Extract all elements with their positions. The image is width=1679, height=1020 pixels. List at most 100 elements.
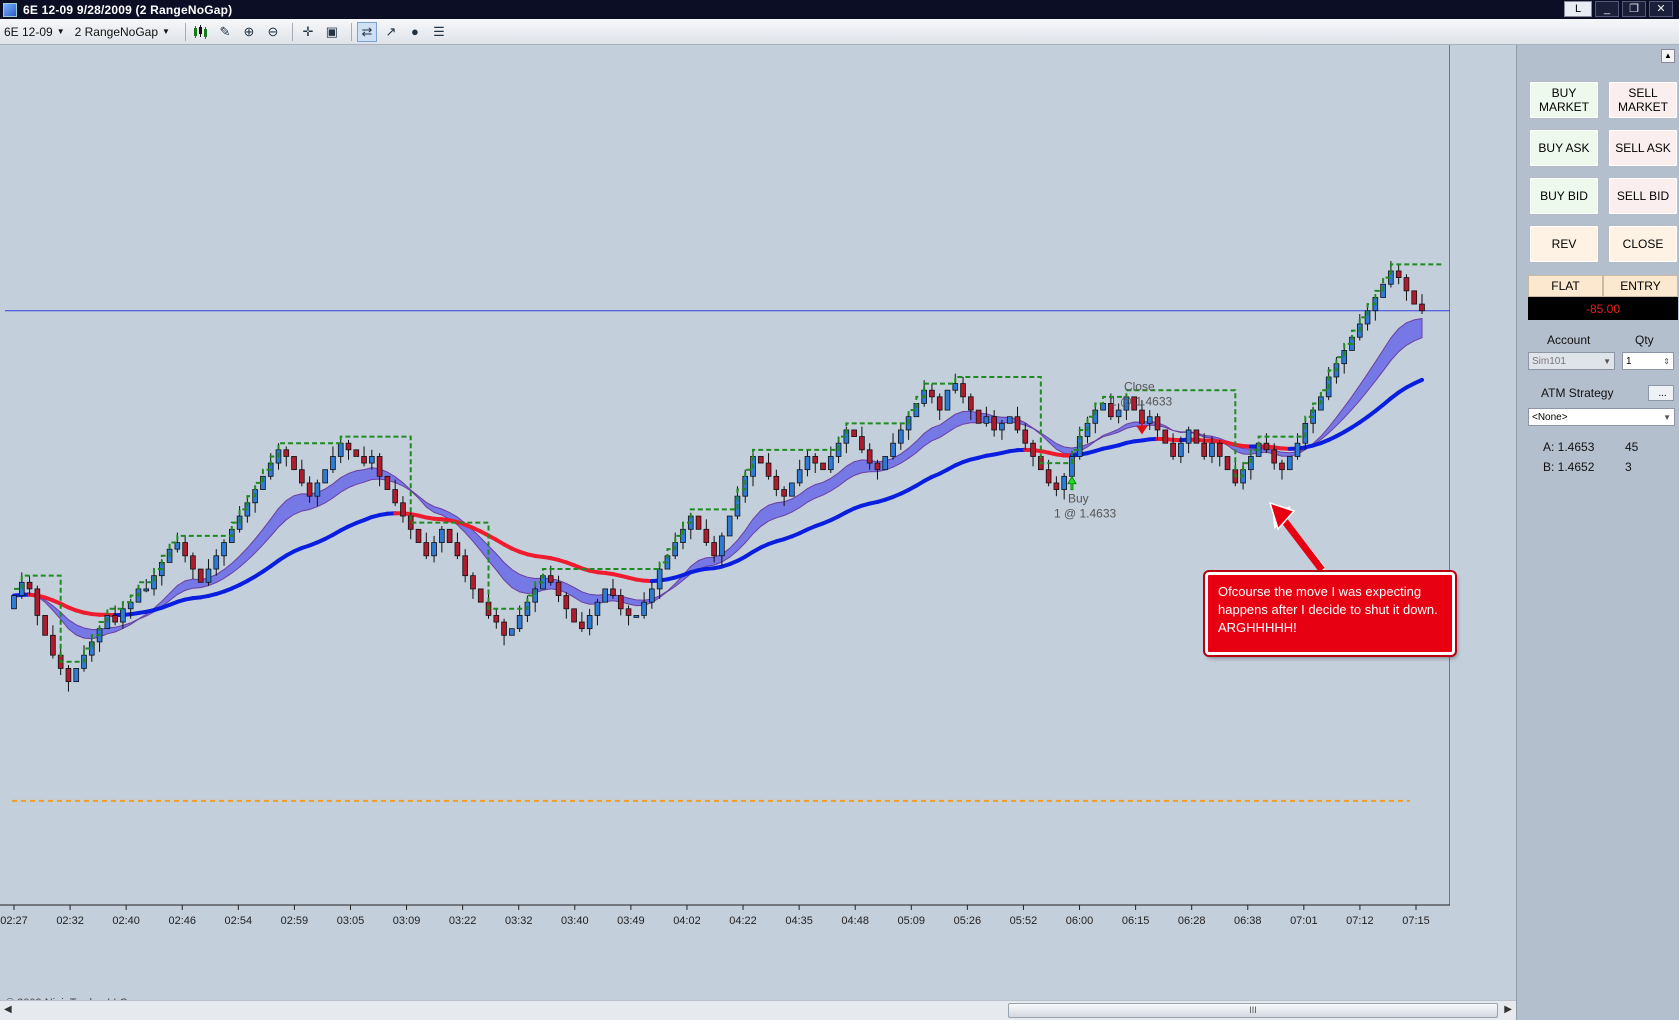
strategy-icon[interactable]: ↗ xyxy=(381,22,401,42)
buy-bid-button[interactable]: BUY BID xyxy=(1529,177,1599,215)
time-tick-label: 05:52 xyxy=(1010,915,1038,927)
restore-button[interactable]: ❐ xyxy=(1622,1,1646,17)
horizontal-scrollbar[interactable]: ◀ III ▶ xyxy=(0,1000,1516,1020)
account-select[interactable]: Sim101 ▼ xyxy=(1528,352,1615,370)
candle-body xyxy=(711,542,717,557)
candle-body xyxy=(859,436,865,451)
chevron-up-icon[interactable]: ▲ xyxy=(1661,49,1675,63)
time-tick-label: 06:00 xyxy=(1066,915,1094,927)
candle-body xyxy=(1115,409,1122,418)
time-tick-label: 06:28 xyxy=(1178,915,1206,927)
candle-body xyxy=(306,482,313,497)
candle-body xyxy=(415,528,422,543)
indicator-icon[interactable]: ● xyxy=(405,22,425,42)
candle-body xyxy=(73,668,80,683)
chart-trader-panel: ▲ BUY MARKET SELL MARKET BUY ASK SELL AS… xyxy=(1516,45,1679,1020)
link-button[interactable]: L xyxy=(1564,1,1592,17)
title-bar: 6E 12-09 9/28/2009 (2 RangeNoGap) L _ ❐ … xyxy=(0,0,1679,19)
candle-body xyxy=(11,595,17,610)
candle-body xyxy=(1193,429,1200,444)
candle-body xyxy=(477,588,484,603)
candle-body xyxy=(353,449,360,457)
candle-body xyxy=(197,568,204,583)
sell-market-button[interactable]: SELL MARKET xyxy=(1608,81,1678,119)
candle-body xyxy=(649,588,655,603)
atm-properties-button[interactable]: ... xyxy=(1648,385,1674,401)
candle-body xyxy=(454,542,461,557)
instrument-label: 6E 12-09 xyxy=(4,24,53,39)
bar-type-icon[interactable] xyxy=(191,22,211,42)
candle-body xyxy=(1053,482,1060,490)
chart-canvas[interactable]: 1.46901.46851.46801.46751.46701.46651.46… xyxy=(0,45,1450,1000)
candle-body xyxy=(1170,442,1176,457)
candle-body xyxy=(112,615,118,623)
scrollbar-thumb[interactable]: III xyxy=(1008,1003,1498,1018)
crosshair-icon[interactable]: ✛ xyxy=(298,22,318,42)
buy-execution-fill: 1 @ 1.4633 xyxy=(1054,507,1117,521)
buy-market-button[interactable]: BUY MARKET xyxy=(1529,81,1599,119)
instrument-selector[interactable]: 6E 12-09 ▼ xyxy=(4,25,65,39)
sell-bid-button[interactable]: SELL BID xyxy=(1608,177,1678,215)
buy-ask-button[interactable]: BUY ASK xyxy=(1529,129,1599,167)
ninjatrader-app-icon xyxy=(3,2,17,17)
zoom-in-icon[interactable]: ⊕ xyxy=(239,22,259,42)
chart-toolbar: 6E 12-09 ▼ 2 RangeNoGap ▼ ✎ ⊕ ⊖ ✛ ▣ ⇄ ↗ ● … xyxy=(0,19,1679,45)
candle-body xyxy=(1271,449,1278,464)
candle-body xyxy=(345,442,352,451)
toolbar-divider xyxy=(291,22,293,41)
candle-body xyxy=(509,628,515,636)
properties-icon[interactable]: ▣ xyxy=(322,22,342,42)
candle-body xyxy=(703,528,710,543)
candle-body xyxy=(1006,416,1013,424)
sell-ask-button[interactable]: SELL ASK xyxy=(1608,129,1678,167)
time-tick-label: 02:40 xyxy=(112,915,140,927)
scroll-right-icon[interactable]: ▶ xyxy=(1504,1004,1512,1015)
quantity-stepper[interactable]: 1 ⇕ xyxy=(1622,352,1674,370)
candle-body xyxy=(1419,303,1425,312)
candle-body xyxy=(827,456,834,471)
time-tick-label: 05:26 xyxy=(954,915,982,927)
candle-body xyxy=(796,469,803,484)
minimize-button[interactable]: _ xyxy=(1595,1,1619,17)
candle-body xyxy=(1045,469,1052,484)
time-tick-label: 06:15 xyxy=(1122,915,1150,927)
candle-body xyxy=(1185,429,1192,444)
candle-body xyxy=(392,489,398,504)
candle-body xyxy=(726,515,733,537)
zoom-out-icon[interactable]: ⊖ xyxy=(263,22,283,42)
price-chart[interactable]: 1.46901.46851.46801.46751.46701.46651.46… xyxy=(0,45,1450,1009)
account-value: Sim101 xyxy=(1532,355,1566,367)
candle-body xyxy=(999,422,1005,431)
scroll-left-icon[interactable]: ◀ xyxy=(4,1004,12,1015)
reverse-button[interactable]: REV xyxy=(1529,225,1599,263)
chart-background xyxy=(0,45,1450,1000)
candle-body xyxy=(1279,462,1285,471)
spin-arrows-icon[interactable]: ⇕ xyxy=(1663,357,1670,366)
period-selector[interactable]: 2 RangeNoGap ▼ xyxy=(75,25,170,39)
candle-body xyxy=(633,615,640,618)
bid-size: 3 xyxy=(1625,460,1632,474)
position-header: FLAT ENTRY xyxy=(1528,275,1678,297)
drawing-tool-icon[interactable]: ✎ xyxy=(215,22,235,42)
candle-body xyxy=(361,456,367,464)
chevron-down-icon: ▼ xyxy=(1603,356,1611,366)
candle-body xyxy=(742,475,749,497)
close-position-button[interactable]: CLOSE xyxy=(1608,225,1678,263)
candle-body xyxy=(617,595,624,610)
period-label: 2 RangeNoGap xyxy=(74,24,159,39)
close-window-button[interactable]: ✕ xyxy=(1649,1,1673,17)
time-tick-label: 07:12 xyxy=(1346,915,1374,927)
qty-value: 1 xyxy=(1626,355,1632,367)
candle-body xyxy=(516,615,523,630)
chart-trader-icon[interactable]: ⇄ xyxy=(356,21,377,42)
candle-body xyxy=(1224,456,1231,471)
annotation-callout: Ofcourse the move I was expecting happen… xyxy=(1205,572,1455,655)
atm-strategy-select[interactable]: <None> ▼ xyxy=(1528,408,1675,426)
candle-body xyxy=(781,489,787,497)
candle-body xyxy=(586,615,593,630)
close-execution-fill: 1 @ 1.4633 xyxy=(1110,395,1173,409)
data-box-icon[interactable]: ☰ xyxy=(429,22,449,42)
candle-body xyxy=(1263,442,1270,451)
candle-body xyxy=(120,608,126,623)
candle-body xyxy=(299,469,305,484)
